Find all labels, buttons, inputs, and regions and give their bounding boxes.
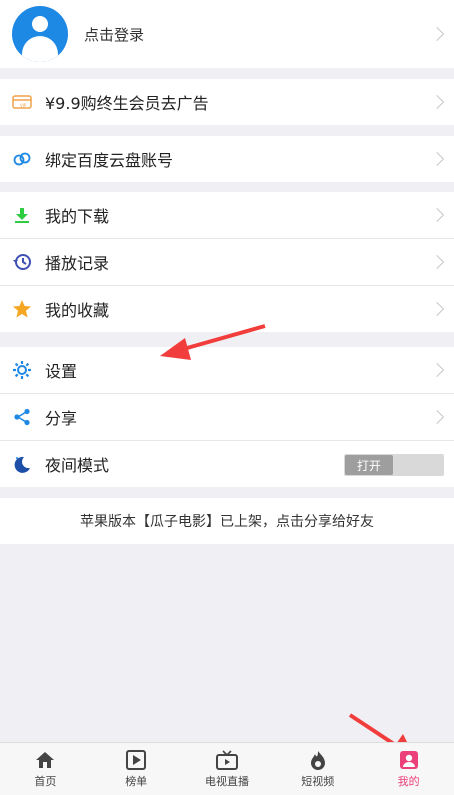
login-label: 点击登录	[84, 25, 145, 44]
library-group: 我的下载 播放记录 我的收藏	[0, 192, 454, 332]
menu-item-downloads[interactable]: 我的下载	[0, 192, 454, 239]
home-icon	[35, 749, 55, 771]
menu-item-vip[interactable]: VIP ¥9.9购终生会员去广告	[0, 79, 454, 125]
tab-label: 我的	[397, 775, 420, 788]
profile-header[interactable]: 点击登录	[0, 0, 454, 68]
chevron-right-icon	[429, 26, 445, 42]
share-notice[interactable]: 苹果版本【瓜子电影】已上架，点击分享给好友	[0, 498, 454, 544]
tab-label: 短视频	[301, 775, 335, 788]
ranking-icon	[126, 749, 147, 771]
gear-icon	[11, 359, 33, 381]
download-icon	[11, 204, 33, 226]
menu-item-label: 绑定百度云盘账号	[45, 151, 174, 170]
menu-item-baidu-cloud[interactable]: 绑定百度云盘账号	[0, 136, 454, 182]
chevron-right-icon	[429, 207, 445, 223]
vip-card-icon: VIP	[11, 91, 33, 113]
tab-ranking[interactable]: 榜单	[91, 743, 182, 795]
chevron-right-icon	[429, 409, 445, 425]
menu-item-label: 设置	[45, 362, 78, 381]
avatar[interactable]	[12, 6, 68, 62]
toggle-label: 打开	[345, 455, 393, 475]
night-mode-toggle[interactable]: 打开	[344, 454, 444, 476]
chevron-right-icon	[429, 362, 445, 378]
menu-item-label: 我的下载	[45, 207, 110, 226]
moon-icon	[11, 453, 33, 475]
tab-bar: 首页 榜单 电视直播 短视频 我的	[0, 742, 454, 795]
chevron-right-icon	[429, 301, 445, 317]
star-icon	[11, 298, 33, 320]
chevron-right-icon	[429, 94, 445, 110]
chevron-right-icon	[429, 254, 445, 270]
chevron-right-icon	[429, 151, 445, 167]
tab-label: 电视直播	[204, 775, 249, 788]
tab-label: 榜单	[125, 775, 148, 788]
share-icon	[11, 406, 33, 428]
menu-item-night-mode: 夜间模式 打开	[0, 441, 454, 487]
settings-group: 设置 分享 夜间模式 打开	[0, 347, 454, 487]
tab-mine[interactable]: 我的	[363, 743, 454, 795]
vip-group: VIP ¥9.9购终生会员去广告	[0, 79, 454, 125]
tv-icon	[215, 749, 238, 771]
menu-item-label: 播放记录	[45, 254, 110, 273]
annotation-arrow-settings	[160, 324, 266, 360]
tab-home[interactable]: 首页	[0, 743, 91, 795]
baidu-group: 绑定百度云盘账号	[0, 136, 454, 182]
menu-item-share[interactable]: 分享	[0, 394, 454, 441]
svg-text:VIP: VIP	[20, 103, 27, 108]
menu-item-label: 夜间模式	[45, 456, 110, 475]
tab-tv[interactable]: 电视直播	[182, 743, 273, 795]
history-icon	[11, 251, 33, 273]
menu-item-history[interactable]: 播放记录	[0, 239, 454, 286]
baidu-cloud-icon	[11, 148, 33, 170]
tab-short-video[interactable]: 短视频	[272, 743, 363, 795]
menu-item-label: ¥9.9购终生会员去广告	[45, 94, 209, 113]
menu-item-label: 分享	[45, 409, 78, 428]
user-icon	[399, 749, 419, 771]
tab-label: 首页	[34, 775, 57, 788]
flame-icon	[309, 749, 327, 771]
menu-item-label: 我的收藏	[45, 301, 110, 320]
